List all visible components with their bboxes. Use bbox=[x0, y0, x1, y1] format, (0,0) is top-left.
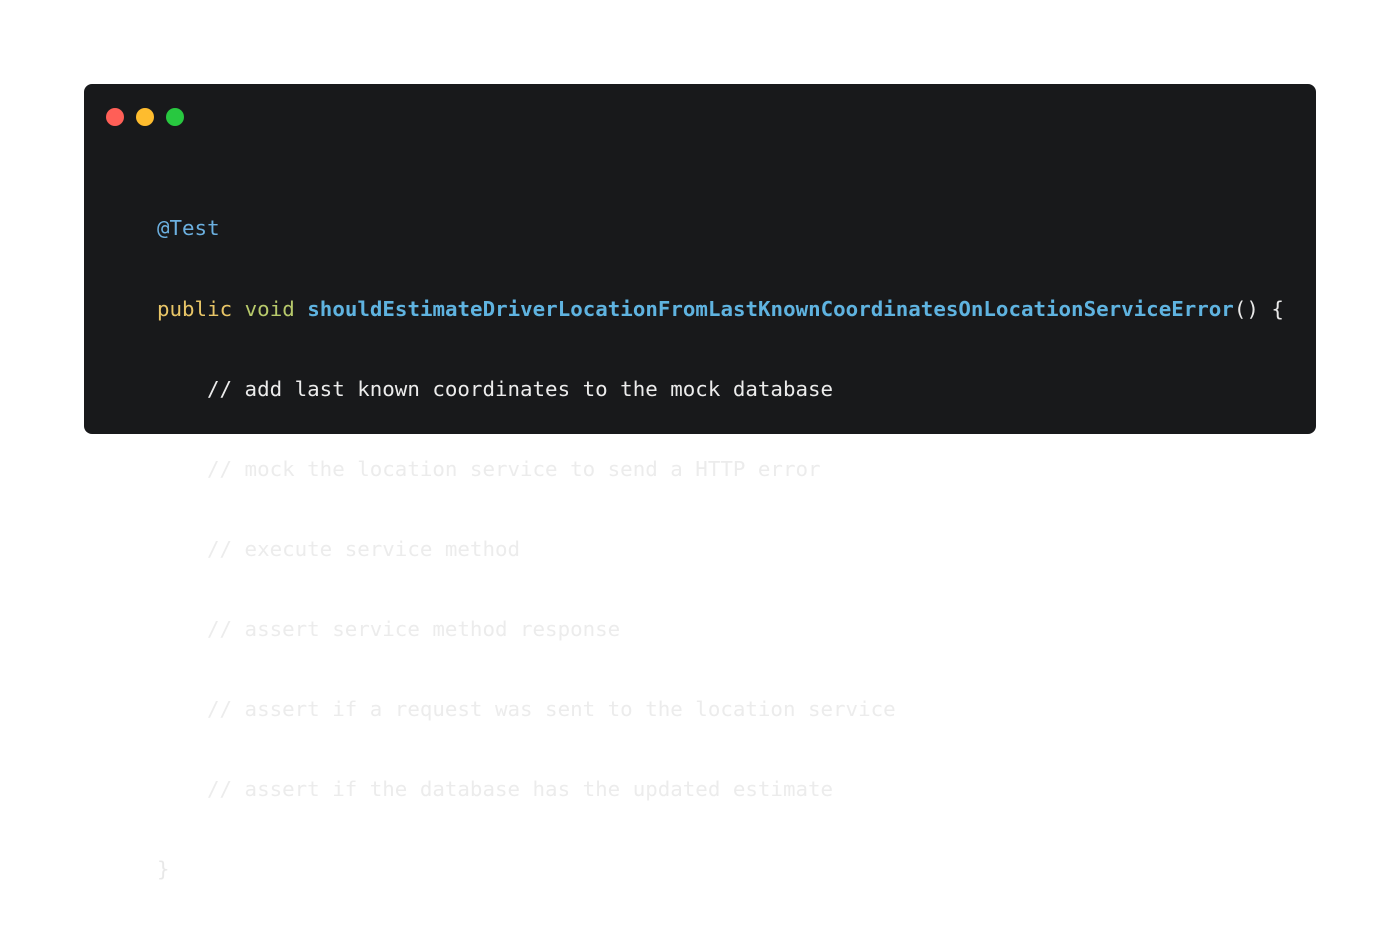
return-type-token: void bbox=[244, 296, 295, 321]
code-line-comment: // execute service method bbox=[157, 536, 1284, 563]
closing-brace-token: } bbox=[157, 857, 170, 882]
method-name-token: shouldEstimateDriverLocationFromLastKnow… bbox=[307, 296, 1234, 321]
comment-text: // assert if the database has the update… bbox=[207, 777, 834, 802]
comment-text: // assert if a request was sent to the l… bbox=[207, 696, 896, 721]
code-block: @Test public void shouldEstimateDriverLo… bbox=[157, 162, 1284, 936]
code-line-comment: // assert service method response bbox=[157, 616, 1284, 643]
params-open-token: () { bbox=[1233, 296, 1284, 321]
code-line-comment: // mock the location service to send a H… bbox=[157, 456, 1284, 483]
close-button[interactable] bbox=[106, 108, 124, 126]
zoom-button[interactable] bbox=[166, 108, 184, 126]
code-line-comment: // assert if a request was sent to the l… bbox=[157, 696, 1284, 723]
modifier-token: public bbox=[157, 296, 233, 321]
code-line-signature: public void shouldEstimateDriverLocation… bbox=[157, 296, 1284, 323]
minimize-button[interactable] bbox=[136, 108, 154, 126]
comment-text: // mock the location service to send a H… bbox=[207, 456, 821, 481]
code-line-closing: } bbox=[157, 856, 1284, 883]
code-line-comment: // assert if the database has the update… bbox=[157, 776, 1284, 803]
code-line-comment: // add last known coordinates to the moc… bbox=[157, 376, 1284, 403]
code-window: @Test public void shouldEstimateDriverLo… bbox=[84, 84, 1316, 881]
comment-text: // add last known coordinates to the moc… bbox=[207, 376, 834, 401]
comment-text: // assert service method response bbox=[207, 616, 621, 641]
code-line-annotation: @Test bbox=[157, 215, 1284, 242]
annotation-token: @Test bbox=[157, 216, 220, 241]
comment-text: // execute service method bbox=[207, 536, 521, 561]
